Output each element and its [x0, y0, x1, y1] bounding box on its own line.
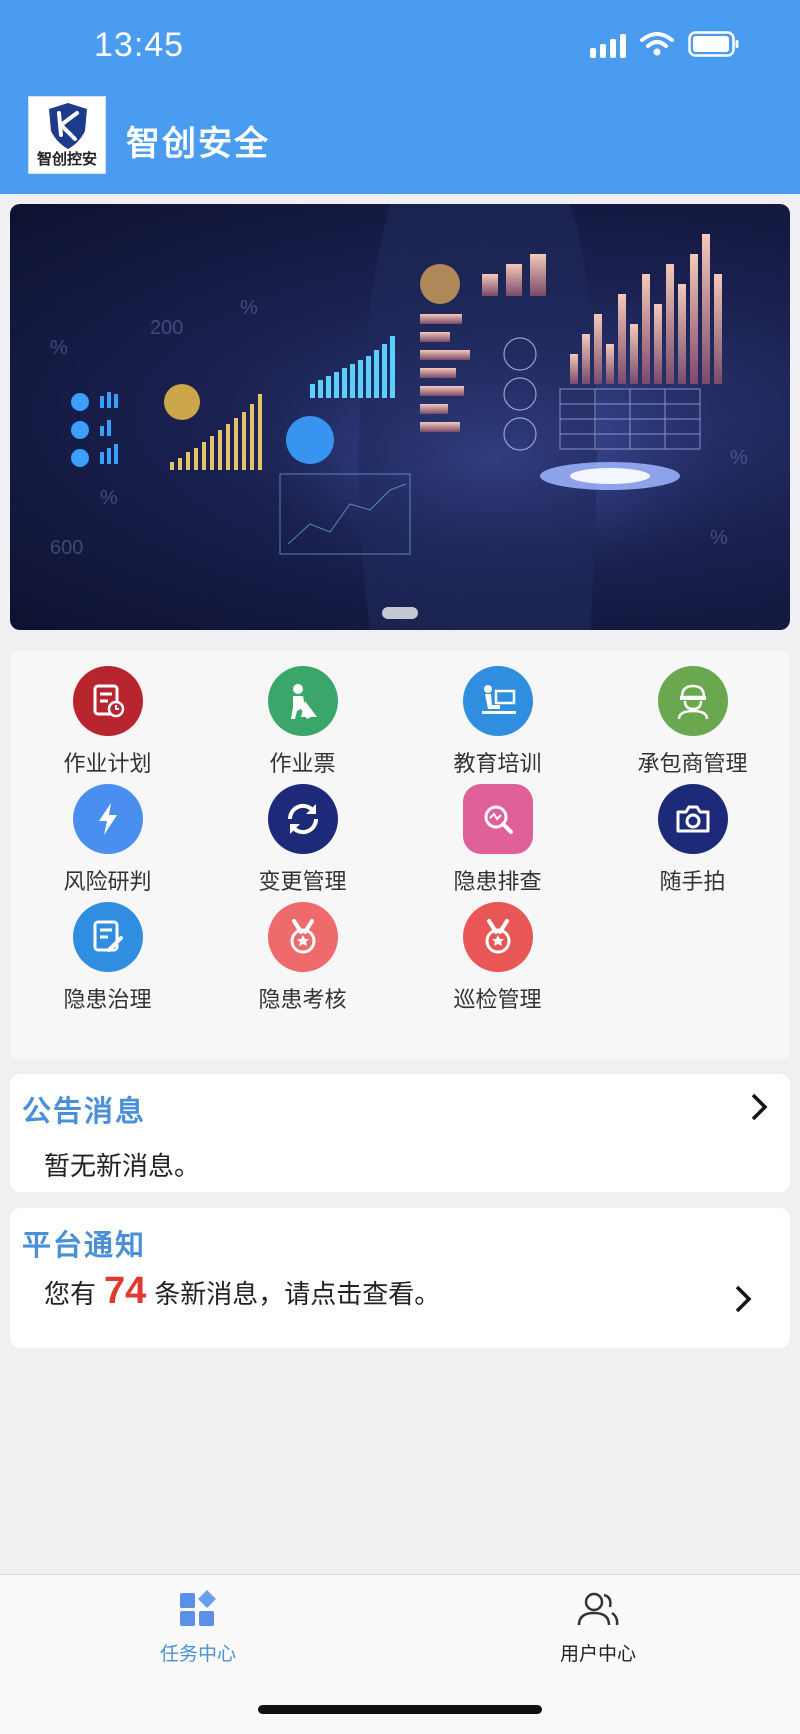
notice-count: 74	[104, 1270, 147, 1312]
shield-logo-icon	[49, 103, 87, 149]
grid-label: 随手拍	[659, 870, 726, 895]
bottom-tab-bar: 任务中心 用户中心	[0, 1574, 800, 1734]
logo-text: 智创控安	[36, 150, 97, 168]
worker-icon	[268, 666, 338, 736]
lightning-icon	[73, 784, 143, 854]
grid-item-risk-assessment[interactable]: 风险研判	[10, 768, 205, 895]
banner-image: % 200% % 600%%	[10, 204, 790, 630]
app-title: 智创安全	[126, 124, 270, 164]
tab-task-center[interactable]: 任务中心	[138, 1589, 258, 1669]
platform-notice-card[interactable]: 平台通知 您有 74 条新消息，请点击查看。	[10, 1208, 790, 1348]
grid-item-hazard-assessment[interactable]: 隐患考核	[205, 886, 400, 1013]
svg-text:%: %	[240, 297, 258, 319]
function-grid: 作业计划 作业票 教育培训 承包商管理 风险研判 变更管理 隐患排查 随手拍 隐…	[10, 650, 790, 1060]
notice-suffix: 条新消息，请点击查看。	[154, 1280, 441, 1310]
medal-icon	[268, 902, 338, 972]
grid-item-training[interactable]: 教育培训	[400, 650, 595, 777]
contractor-icon	[658, 666, 728, 736]
tab-user-center[interactable]: 用户中心	[538, 1589, 658, 1669]
grid-item-snapshot[interactable]: 随手拍	[595, 768, 790, 895]
grid-item-change-management[interactable]: 变更管理	[205, 768, 400, 895]
banner-carousel[interactable]: % 200% % 600%%	[10, 204, 790, 630]
carousel-indicator	[382, 607, 418, 619]
medal-icon	[463, 902, 533, 972]
platform-notice-text: 您有 74 条新消息，请点击查看。	[44, 1270, 440, 1313]
grid-label: 巡检管理	[453, 988, 542, 1013]
svg-text:%: %	[50, 337, 68, 359]
grid-item-hazard-remediation[interactable]: 隐患治理	[10, 886, 205, 1013]
announcement-title: 公告消息	[22, 1094, 147, 1128]
grid-item-hazard-inspection[interactable]: 隐患排查	[400, 768, 595, 895]
app-logo: 智创控安	[28, 96, 106, 174]
grid-item-contractor[interactable]: 承包商管理	[595, 650, 790, 777]
grid-item-patrol-management[interactable]: 巡检管理	[400, 886, 595, 1013]
change-icon	[268, 784, 338, 854]
svg-text:600: 600	[50, 537, 83, 559]
tab-label: 用户中心	[559, 1643, 636, 1665]
announcement-card[interactable]: 公告消息 暂无新消息。	[10, 1074, 790, 1192]
grid-label: 隐患考核	[258, 988, 347, 1013]
grid-item-work-ticket[interactable]: 作业票	[205, 650, 400, 777]
app-bar: 智创控安 智创安全	[0, 96, 800, 176]
signal-icon	[590, 30, 626, 58]
grid-apps-icon	[180, 1590, 216, 1626]
svg-text:%: %	[730, 447, 748, 469]
inspect-icon	[463, 784, 533, 854]
svg-text:%: %	[100, 487, 118, 509]
grid-item-work-plan[interactable]: 作业计划	[10, 650, 205, 777]
status-time: 13:45	[94, 26, 185, 64]
users-icon	[577, 1592, 619, 1626]
tab-label: 任务中心	[159, 1643, 236, 1665]
app-header: 13:45 智创控安 智创安全	[0, 0, 800, 194]
work-plan-icon	[73, 666, 143, 736]
home-indicator	[258, 1705, 542, 1714]
platform-notice-title: 平台通知	[22, 1228, 147, 1262]
camera-icon	[658, 784, 728, 854]
announcement-text: 暂无新消息。	[44, 1152, 201, 1182]
training-icon	[463, 666, 533, 736]
document-edit-icon	[73, 902, 143, 972]
battery-icon	[688, 31, 739, 57]
svg-text:%: %	[710, 527, 728, 549]
notice-prefix: 您有	[44, 1280, 97, 1310]
grid-label: 隐患治理	[63, 988, 152, 1013]
status-icons	[590, 30, 740, 58]
svg-text:200: 200	[150, 317, 183, 339]
chevron-right-icon[interactable]	[748, 1092, 770, 1122]
chevron-right-icon[interactable]	[732, 1284, 754, 1314]
wifi-icon	[640, 32, 674, 56]
status-bar: 13:45	[0, 0, 800, 90]
